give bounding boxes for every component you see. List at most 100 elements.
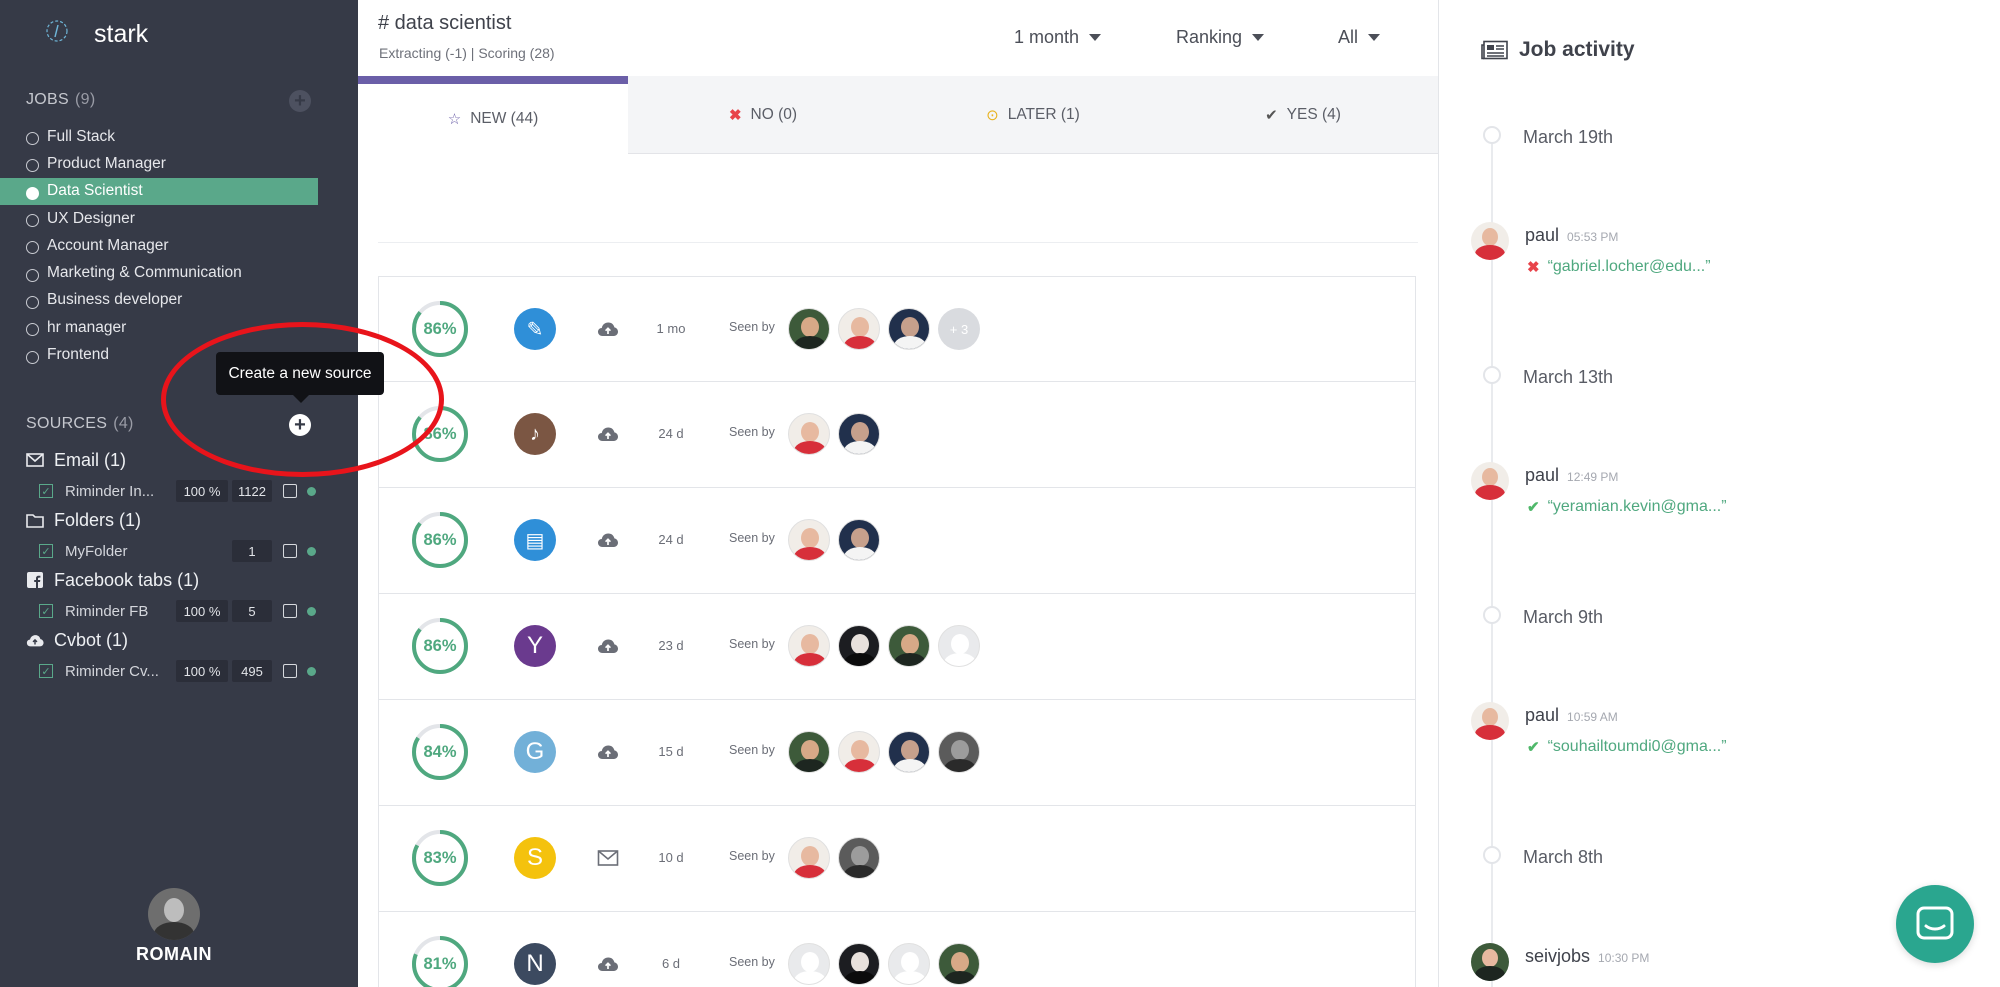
candidate-row[interactable]: 81% N 6 d Seen by: [378, 912, 1416, 987]
job-label: UX Designer: [47, 209, 135, 227]
plus-icon: +: [294, 90, 306, 112]
source-group-title[interactable]: Folders (1): [26, 508, 326, 532]
candidate-list: 86% ✎ 1 mo Seen by + 3 86% ♪ 24 d Seen by 86% ▤ 24 …: [378, 276, 1416, 987]
candidate-row[interactable]: 86% ▤ 24 d Seen by: [378, 488, 1416, 594]
source-name: Riminder Cv...: [65, 662, 159, 680]
source-percent: 100 %: [176, 660, 228, 682]
candidate-age: 24 d: [658, 426, 684, 441]
score-value: 86%: [423, 424, 457, 443]
avatar[interactable]: [938, 625, 980, 667]
avatar[interactable]: [788, 943, 830, 985]
job-label: Marketing & Communication: [47, 264, 242, 282]
radio-icon: [26, 323, 39, 337]
checkbox-icon[interactable]: ✓: [39, 484, 53, 498]
avatar[interactable]: [938, 731, 980, 773]
checkbox-icon[interactable]: ✓: [39, 544, 53, 558]
status-dot: [307, 666, 316, 676]
external-link-icon[interactable]: [283, 604, 297, 618]
avatar[interactable]: [838, 943, 880, 985]
seen-by-avatars: [788, 413, 888, 455]
filter-label: All: [1338, 27, 1359, 47]
candidate-row[interactable]: 86% ✎ 1 mo Seen by + 3: [378, 276, 1416, 382]
avatar[interactable]: [888, 731, 930, 773]
external-link-icon[interactable]: [283, 664, 297, 678]
tab-yes[interactable]: ✔ YES (4): [1168, 76, 1438, 153]
source-group-title[interactable]: Cvbot (1): [26, 628, 326, 652]
more-viewers-badge[interactable]: + 3: [938, 308, 980, 350]
avatar[interactable]: [838, 731, 880, 773]
avatar[interactable]: [838, 519, 880, 561]
job-list: Full Stack Product Manager Data Scientis…: [0, 123, 318, 369]
avatar[interactable]: [838, 308, 880, 350]
activity-detail[interactable]: ✔ “yeramian.kevin@gma...”: [1527, 498, 1727, 516]
external-link-icon[interactable]: [283, 484, 297, 498]
filter-scope-dropdown[interactable]: All: [1338, 27, 1381, 48]
activity-time: 10:30 PM: [1598, 951, 1650, 965]
job-item-full-stack[interactable]: Full Stack: [0, 123, 318, 150]
avatar[interactable]: [838, 837, 880, 879]
avatar[interactable]: [788, 519, 830, 561]
tab-later[interactable]: ⊙ LATER (1): [898, 76, 1168, 153]
avatar[interactable]: [788, 413, 830, 455]
checkbox-icon[interactable]: ✓: [39, 604, 53, 618]
candidate-row[interactable]: 83% S 10 d Seen by: [378, 806, 1416, 912]
cloud-upload-icon: [26, 631, 44, 649]
filter-sort-dropdown[interactable]: Ranking: [1176, 27, 1265, 48]
activity-time: 12:49 PM: [1567, 470, 1619, 484]
seen-by-avatars: [788, 731, 988, 773]
filter-period-dropdown[interactable]: 1 month: [1014, 27, 1102, 48]
check-icon: ✔: [1527, 739, 1540, 756]
candidate-row[interactable]: 86% Y 23 d Seen by: [378, 594, 1416, 700]
avatar[interactable]: [788, 731, 830, 773]
brand-name: stark: [94, 20, 149, 48]
app-root: stark JOBS (9) + Full Stack Product Manag…: [0, 0, 2000, 987]
score-value: 81%: [423, 954, 457, 973]
logo-glyph-icon: ▤: [525, 529, 545, 552]
job-label: Frontend: [47, 346, 110, 364]
brand[interactable]: stark: [44, 18, 148, 48]
avatar[interactable]: [838, 625, 880, 667]
avatar[interactable]: [888, 943, 930, 985]
tab-new[interactable]: ☆ NEW (44): [358, 76, 628, 154]
check-icon: ✔: [1527, 499, 1540, 516]
source-group-label: Facebook tabs (1): [54, 569, 200, 590]
add-job-button[interactable]: +: [289, 90, 311, 112]
source-row[interactable]: ✓ Riminder FB 100 % 5: [26, 598, 326, 624]
job-item-product-manager[interactable]: Product Manager: [0, 150, 318, 177]
tooltip: Create a new source: [216, 352, 384, 403]
source-row[interactable]: ✓ Riminder In... 100 % 1122: [26, 478, 326, 504]
tab-no[interactable]: ✖ NO (0): [628, 76, 898, 153]
avatar[interactable]: [888, 625, 930, 667]
source-group-title[interactable]: Email (1): [26, 448, 326, 472]
job-item-account-manager[interactable]: Account Manager: [0, 232, 318, 259]
source-row[interactable]: ✓ Riminder Cv... 100 % 495: [26, 658, 326, 684]
job-item-hr-manager[interactable]: hr manager: [0, 314, 318, 341]
add-source-button[interactable]: +: [289, 414, 311, 436]
avatar[interactable]: [888, 308, 930, 350]
avatar: [1471, 943, 1509, 981]
chat-launcher-button[interactable]: [1896, 885, 1974, 963]
avatar[interactable]: [788, 625, 830, 667]
job-item-ux-designer[interactable]: UX Designer: [0, 205, 318, 232]
avatar[interactable]: [788, 308, 830, 350]
source-percent: 100 %: [176, 600, 228, 622]
external-link-icon[interactable]: [283, 544, 297, 558]
timeline-dot: [1483, 366, 1501, 384]
candidate-row[interactable]: 84% G 15 d Seen by: [378, 700, 1416, 806]
job-item-marketing[interactable]: Marketing & Communication: [0, 259, 318, 286]
user-profile[interactable]: ROMAIN: [130, 888, 218, 965]
candidate-row[interactable]: 86% ♪ 24 d Seen by: [378, 382, 1416, 488]
activity-title-label: Job activity: [1519, 38, 1635, 61]
job-item-business-developer[interactable]: Business developer: [0, 287, 318, 314]
source-row[interactable]: ✓ MyFolder 1: [26, 538, 326, 564]
activity-detail[interactable]: ✔ “souhailtoumdi0@gma...”: [1527, 738, 1727, 756]
avatar[interactable]: [838, 413, 880, 455]
avatar[interactable]: [938, 943, 980, 985]
source-group-title[interactable]: Facebook tabs (1): [26, 568, 326, 592]
logo-icon: [46, 20, 68, 42]
status-dot: [307, 606, 316, 616]
job-item-data-scientist[interactable]: Data Scientist: [0, 177, 318, 205]
avatar[interactable]: [788, 837, 830, 879]
activity-detail[interactable]: ✖ “gabriel.locher@edu...”: [1527, 258, 1711, 276]
checkbox-icon[interactable]: ✓: [39, 664, 53, 678]
